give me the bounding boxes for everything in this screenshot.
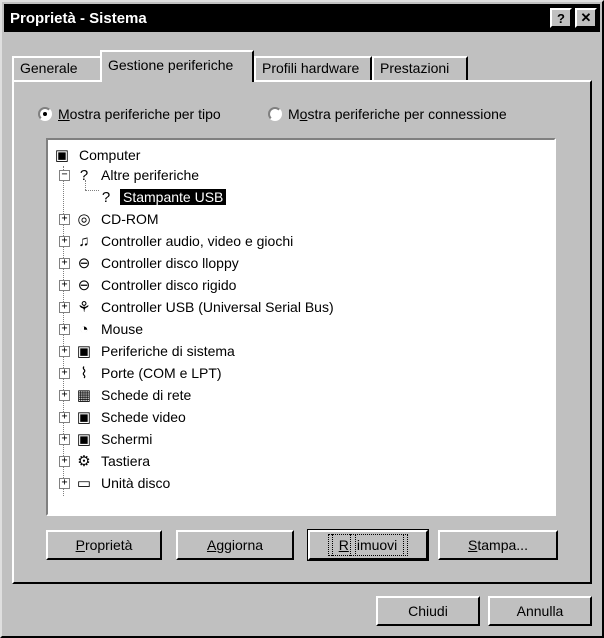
- tree-item-cd-rom[interactable]: + ◎ CD-ROM: [59, 208, 162, 230]
- collapse-toggle[interactable]: −: [59, 170, 70, 181]
- expand-toggle[interactable]: +: [59, 324, 70, 335]
- tab-generale[interactable]: Generale: [12, 56, 102, 80]
- expand-toggle[interactable]: +: [59, 302, 70, 313]
- view-by-type-label: Mostra periferiche per tipo: [58, 106, 221, 122]
- computer-icon: ▣: [54, 147, 70, 164]
- floppy-controller-icon: ⊖: [77, 255, 91, 272]
- expand-toggle[interactable]: +: [59, 456, 70, 467]
- help-button[interactable]: ?: [550, 8, 572, 28]
- expand-toggle[interactable]: +: [59, 346, 70, 357]
- refresh-button[interactable]: Aggiorna: [176, 530, 294, 560]
- remove-button[interactable]: Rimuovi: [307, 529, 429, 561]
- expand-toggle[interactable]: +: [59, 390, 70, 401]
- expand-toggle[interactable]: +: [59, 236, 70, 247]
- multimedia-icon: ♫: [78, 232, 90, 250]
- properties-button[interactable]: Proprietà: [46, 530, 162, 560]
- tree-item-unita-disco[interactable]: + ▭ Unità disco: [59, 472, 173, 494]
- monitor-icon: ▣: [76, 431, 92, 448]
- tree-item-stampante-usb[interactable]: ? Stampante USB: [96, 186, 227, 208]
- view-by-type-radio[interactable]: [38, 107, 52, 121]
- tree-item-tastiera[interactable]: + ⚙ Tastiera: [59, 450, 153, 472]
- expand-toggle[interactable]: +: [59, 434, 70, 445]
- tree-item-schermi[interactable]: + ▣ Schermi: [59, 428, 155, 450]
- tree-item-schede-di-rete[interactable]: + ▦ Schede di rete: [59, 384, 194, 406]
- tree-item-controller-usb[interactable]: + ⚘ Controller USB (Universal Serial Bus…: [59, 296, 337, 318]
- tab-profili-hardware[interactable]: Profili hardware: [254, 56, 372, 80]
- cancel-button[interactable]: Annulla: [488, 596, 592, 626]
- system-properties-window: Proprietà - Sistema ? ✕ Generale Gestion…: [0, 0, 604, 638]
- mouse-icon: ◔: [79, 320, 89, 338]
- tree-item-controller-audio[interactable]: + ♫ Controller audio, video e giochi: [59, 230, 296, 252]
- view-by-type-option[interactable]: Mostra periferiche per tipo: [38, 106, 221, 122]
- tree-item-controller-floppy[interactable]: + ⊖ Controller disco lloppy: [59, 252, 242, 274]
- view-by-connection-option[interactable]: Mostra periferiche per connessione: [268, 106, 507, 122]
- title-bar[interactable]: Proprietà - Sistema ? ✕: [4, 4, 600, 32]
- tab-gestione-periferiche[interactable]: Gestione periferiche: [100, 50, 254, 82]
- tree-item-porte[interactable]: + ⌇ Porte (COM e LPT): [59, 362, 225, 384]
- print-button[interactable]: Stampa...: [438, 530, 558, 560]
- tree-item-periferiche-di-sistema[interactable]: + ▣ Periferiche di sistema: [59, 340, 238, 362]
- tree-item-controller-disco-rigido[interactable]: + ⊖ Controller disco rigido: [59, 274, 239, 296]
- window-title: Proprietà - Sistema: [10, 9, 147, 27]
- usb-icon: ⚘: [77, 299, 91, 316]
- close-window-button[interactable]: ✕: [575, 8, 597, 28]
- harddisk-controller-icon: ⊖: [77, 277, 91, 294]
- disk-drive-icon: ▭: [76, 475, 92, 492]
- tree-item-mouse[interactable]: + ◔ Mouse: [59, 318, 146, 340]
- view-by-connection-label: Mostra periferiche per connessione: [288, 106, 507, 122]
- keyboard-icon: ⚙: [77, 453, 91, 470]
- expand-toggle[interactable]: +: [59, 478, 70, 489]
- expand-toggle[interactable]: +: [59, 368, 70, 379]
- expand-toggle[interactable]: +: [59, 214, 70, 225]
- question-icon: ?: [101, 188, 111, 206]
- network-card-icon: ▦: [76, 387, 92, 404]
- close-button[interactable]: Chiudi: [376, 596, 480, 626]
- tree-item-altre-periferiche[interactable]: − ? Altre periferiche: [59, 164, 202, 186]
- tree-item-schede-video[interactable]: + ▣ Schede video: [59, 406, 189, 428]
- expand-toggle[interactable]: +: [59, 280, 70, 291]
- display-adapter-icon: ▣: [76, 409, 92, 426]
- tree-root-computer[interactable]: ▣ Computer: [52, 144, 143, 166]
- device-tree[interactable]: ▣ Computer − ? Altre periferiche ? Stamp…: [46, 138, 556, 516]
- port-icon: ⌇: [80, 365, 88, 382]
- expand-toggle[interactable]: +: [59, 412, 70, 423]
- expand-toggle[interactable]: +: [59, 258, 70, 269]
- cdrom-icon: ◎: [77, 211, 91, 228]
- system-device-icon: ▣: [76, 343, 92, 360]
- view-by-connection-radio[interactable]: [268, 107, 282, 121]
- question-icon: ?: [79, 166, 89, 184]
- tab-prestazioni[interactable]: Prestazioni: [372, 56, 468, 80]
